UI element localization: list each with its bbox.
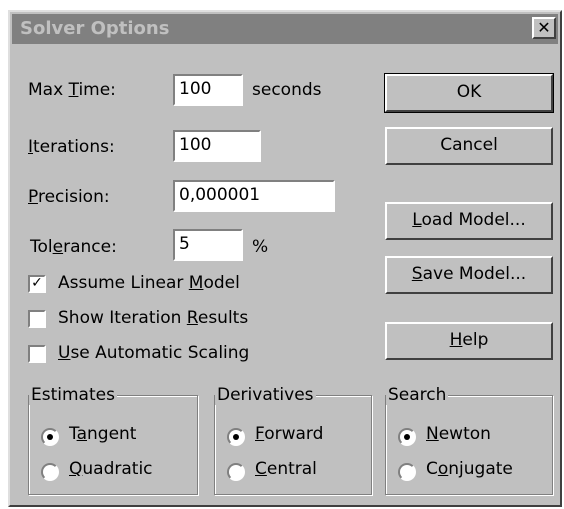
show-iteration-checkbox[interactable] xyxy=(28,310,46,328)
tolerance-input[interactable]: 5 xyxy=(173,229,243,261)
conjugate-radio[interactable] xyxy=(398,463,416,481)
precision-input[interactable]: 0,000001 xyxy=(173,180,335,212)
tangent-radio[interactable] xyxy=(41,428,59,446)
show-iteration-label: Show Iteration Results xyxy=(58,308,249,328)
quadratic-label: Quadratic xyxy=(69,459,153,479)
max-time-input[interactable]: 100 xyxy=(173,74,243,106)
conjugate-label: Conjugate xyxy=(426,459,513,479)
tolerance-label: Tolerance: xyxy=(30,237,117,257)
central-label: Central xyxy=(255,459,317,479)
save-model-button[interactable]: Save Model... xyxy=(385,256,553,294)
derivatives-group: Derivatives Forward Central xyxy=(214,385,372,495)
tangent-label: Tangent xyxy=(69,424,137,444)
quadratic-radio[interactable] xyxy=(41,463,59,481)
forward-radio[interactable] xyxy=(227,428,245,446)
ok-button[interactable]: OK xyxy=(384,73,554,113)
assume-linear-label: Assume Linear Model xyxy=(58,273,240,293)
close-icon: ✕ xyxy=(537,18,551,37)
precision-label: Precision: xyxy=(28,187,110,207)
newton-radio[interactable] xyxy=(398,428,416,446)
dialog-title: Solver Options xyxy=(20,18,170,39)
max-time-label: Max Time: xyxy=(28,80,116,100)
iterations-input[interactable]: 100 xyxy=(173,130,261,162)
help-button[interactable]: Help xyxy=(385,322,553,360)
title-bar[interactable]: Solver Options ✕ xyxy=(12,14,558,44)
estimates-group-title: Estimates xyxy=(29,385,117,405)
tolerance-unit: % xyxy=(252,237,269,257)
radio-selected-dot xyxy=(47,434,53,440)
cancel-button[interactable]: Cancel xyxy=(385,127,553,165)
radio-selected-dot xyxy=(233,434,239,440)
checkmark-icon: ✓ xyxy=(31,275,43,291)
max-time-unit: seconds xyxy=(252,80,322,100)
estimates-group: Estimates Tangent Quadratic xyxy=(28,385,198,495)
automatic-scaling-checkbox[interactable] xyxy=(28,345,46,363)
load-model-button[interactable]: Load Model... xyxy=(385,202,553,240)
close-button[interactable]: ✕ xyxy=(532,17,556,39)
derivatives-group-title: Derivatives xyxy=(215,385,316,405)
radio-selected-dot xyxy=(404,434,410,440)
search-group-title: Search xyxy=(386,385,449,405)
automatic-scaling-label: Use Automatic Scaling xyxy=(58,343,250,363)
forward-label: Forward xyxy=(255,424,324,444)
assume-linear-checkbox[interactable]: ✓ xyxy=(28,275,46,293)
central-radio[interactable] xyxy=(227,463,245,481)
newton-label: Newton xyxy=(426,424,491,444)
search-group: Search Newton Conjugate xyxy=(385,385,553,495)
iterations-label: Iterations: xyxy=(28,137,115,157)
solver-options-dialog: Solver Options ✕ Max Time: 100 seconds I… xyxy=(8,10,562,507)
